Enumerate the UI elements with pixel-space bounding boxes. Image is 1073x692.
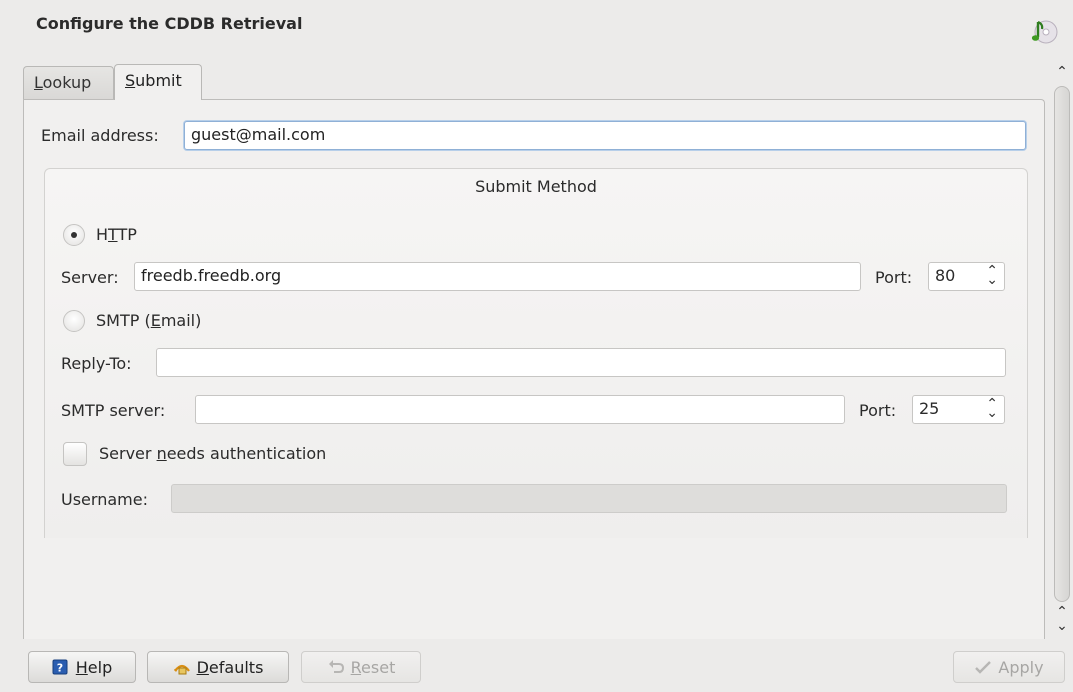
smtp-port-label: Port:	[859, 401, 897, 420]
http-radio-label[interactable]: HTTP	[96, 225, 137, 244]
tab-lookup-mnemonic: L	[34, 73, 43, 92]
email-label: Email address:	[41, 126, 159, 145]
auth-checkbox-label[interactable]: Server needs authentication	[99, 444, 326, 463]
smtp-label-pre: SMTP (	[96, 311, 151, 330]
http-port-spinbox[interactable]: 80 ⌃ ⌄	[928, 262, 1005, 291]
smtp-label-mnemonic: E	[150, 311, 161, 330]
reply-to-input[interactable]	[156, 348, 1006, 377]
smtp-port-value: 25	[919, 399, 940, 418]
scroll-down-icon[interactable]: ⌄	[1054, 619, 1070, 633]
smtp-label-post: mail)	[160, 311, 202, 330]
http-label-pre: H	[96, 225, 109, 244]
scroll-up-icon[interactable]: ⌃	[1054, 605, 1070, 619]
username-label: Username:	[61, 490, 148, 509]
defaults-icon	[173, 659, 190, 675]
http-server-input[interactable]: freedb.freedb.org	[134, 262, 861, 291]
tab-submit[interactable]: Submit	[114, 64, 202, 100]
auth-label-mnemonic: n	[156, 444, 167, 463]
tab-lookup-label: ookup	[42, 73, 92, 92]
smtp-radio[interactable]	[63, 310, 85, 332]
tab-submit-label: ubmit	[135, 71, 182, 90]
http-label-post: TP	[117, 225, 137, 244]
http-label-mnemonic: T	[108, 225, 118, 244]
auth-label-post: eeds authentication	[166, 444, 327, 463]
http-radio[interactable]	[63, 224, 85, 246]
defaults-button[interactable]: Defaults	[147, 651, 289, 683]
help-button-label: Help	[75, 657, 113, 677]
radio-selected-dot	[71, 232, 77, 238]
music-cd-icon	[1030, 18, 1058, 46]
apply-button[interactable]: Apply	[953, 651, 1065, 683]
smtp-port-spinbox[interactable]: 25 ⌃ ⌄	[912, 395, 1005, 424]
tab-submit-mnemonic: S	[125, 71, 136, 90]
reset-button-label: Reset	[350, 657, 396, 677]
smtp-radio-label[interactable]: SMTP (Email)	[96, 311, 201, 330]
scroll-up-icon[interactable]: ⌃	[1054, 65, 1070, 79]
http-port-value: 80	[935, 266, 956, 285]
smtp-server-input[interactable]	[195, 395, 845, 424]
spin-arrows-icon[interactable]: ⌃ ⌄	[986, 264, 998, 287]
submit-method-title: Submit Method	[475, 177, 597, 196]
tab-lookup[interactable]: Lookup	[23, 66, 114, 100]
reply-to-label: Reply-To:	[61, 354, 132, 373]
help-icon: ?	[52, 659, 68, 675]
help-button[interactable]: ? Help	[28, 651, 136, 683]
svg-text:?: ?	[57, 662, 63, 675]
scrollbar-handle[interactable]	[1054, 86, 1070, 602]
defaults-button-label: Defaults	[196, 657, 264, 677]
apply-button-label: Apply	[998, 657, 1044, 677]
auth-label-pre: Server	[99, 444, 157, 463]
auth-checkbox[interactable]	[63, 442, 87, 466]
undo-icon	[327, 659, 344, 675]
spin-arrows-icon[interactable]: ⌃ ⌄	[986, 397, 998, 420]
email-input[interactable]: guest@mail.com	[184, 121, 1026, 150]
checkmark-icon	[974, 659, 992, 675]
dialog-title: Configure the CDDB Retrieval	[36, 14, 303, 33]
reset-button[interactable]: Reset	[301, 651, 421, 683]
http-port-label: Port:	[875, 268, 913, 287]
username-input[interactable]	[171, 484, 1007, 513]
smtp-server-label: SMTP server:	[61, 401, 166, 420]
http-server-label: Server:	[61, 268, 119, 287]
